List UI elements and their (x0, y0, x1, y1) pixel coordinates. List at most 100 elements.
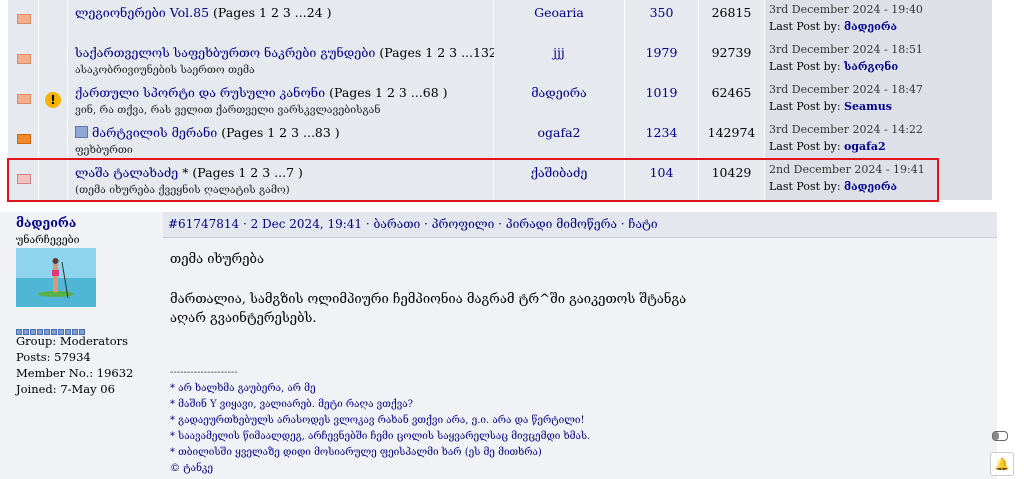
topic-row[interactable]: ! ქართული სპორტი და რუსული კანონი (Pages … (8, 80, 992, 120)
last-post-label: Last Post by: (769, 60, 841, 73)
topic-views: 92739 (711, 45, 752, 60)
last-post-date: 3rd December 2024 - 14:22 (769, 123, 923, 136)
topic-cell: მარტვილის მერანი (Pages 1 2 3 ...83 ) ფეხ… (68, 120, 493, 160)
last-post-author[interactable]: მადეირა (844, 20, 897, 33)
highlight-box (7, 158, 939, 202)
post-body: #61747814 · 2 Dec 2024, 19:41 · ბარათი ·… (163, 212, 997, 479)
topic-icon-cell (39, 40, 67, 80)
topic-author[interactable]: Geoaria (494, 5, 624, 20)
topic-title[interactable]: საქართველოს საფეხბურთო ნაკრები გუნდები (75, 45, 375, 60)
topic-status-cell (8, 40, 38, 80)
topic-views-cell: 92739 (699, 40, 764, 80)
envelope-orange-icon (17, 134, 31, 144)
member-number: Member No.: 19632 (16, 366, 134, 380)
topic-replies-cell: 1234 (625, 120, 698, 160)
post-author-panel: მადეირა უნარჩევები Group: Moderators Pos… (0, 212, 163, 479)
last-post-cell: 3rd December 2024 - 18:47 Last Post by: S… (765, 80, 992, 120)
last-post-cell: 3rd December 2024 - 14:22 Last Post by: o… (765, 120, 992, 160)
right-toolbar (997, 0, 1024, 479)
post-text-line-3: აღარ გვაინტერესებს. (170, 311, 317, 326)
topic-views: 142974 (707, 125, 756, 140)
topic-replies-cell: 1979 (625, 40, 698, 80)
signature-line: * არ ხალხმა გაუბერა, არ მე (170, 383, 316, 394)
topic-row[interactable]: ლეგიონერები Vol.85 (Pages 1 2 3 ...24 ) G… (8, 0, 992, 40)
toggle-icon[interactable] (992, 431, 1008, 441)
topic-pages[interactable]: (Pages 1 2 3 ...132 ) (379, 45, 505, 60)
envelope-icon (17, 54, 31, 64)
topic-pages[interactable]: (Pages 1 2 3 ...68 ) (329, 85, 447, 100)
last-post-date: 3rd December 2024 - 18:51 (769, 43, 923, 56)
envelope-icon (17, 14, 31, 24)
topic-cell: ლეგიონერები Vol.85 (Pages 1 2 3 ...24 ) (68, 0, 493, 40)
member-group: Group: Moderators (16, 334, 129, 348)
post-text-line-2: მართალია, სამგზის ოლიმპიური ჩემპიონია მა… (170, 292, 687, 307)
post-text-line-1: თემა იხურება (170, 252, 265, 267)
topic-views: 26815 (711, 5, 752, 20)
post-header-links[interactable]: #61747814 · 2 Dec 2024, 19:41 · ბარათი ·… (168, 217, 658, 231)
rank-pips (16, 324, 86, 335)
topic-author-cell: მადეირა (494, 80, 624, 120)
topic-status-cell (8, 80, 38, 120)
topic-replies[interactable]: 1019 (625, 85, 698, 100)
topic-cell: საქართველოს საფეხბურთო ნაკრები გუნდები (… (68, 40, 506, 80)
topic-title[interactable]: ქართული სპორტი და რუსული კანონი (75, 85, 325, 100)
topic-pages[interactable]: (Pages 1 2 3 ...24 ) (213, 5, 331, 20)
topic-description: ვინ, რა თქვა, რას ველით ქართველი ვარსკვლ… (75, 104, 381, 116)
topic-author-cell: jjj (494, 40, 624, 80)
last-post-label: Last Post by: (769, 140, 841, 153)
signature-line: * საავამელის წიმაალდეგ, არჩევნებში ჩემი … (170, 431, 591, 442)
topic-author[interactable]: jjj (494, 45, 624, 60)
topic-author[interactable]: მადეირა (494, 85, 624, 100)
signature-line: * მაშინ Y ვიყავი, ვალიარებ. მეტი რაღა ვთ… (170, 399, 414, 410)
topic-status-cell (8, 120, 38, 160)
topic-views-cell: 142974 (699, 120, 764, 160)
topic-replies[interactable]: 1234 (625, 125, 698, 140)
topic-description: ასაკობრივიუნების საერთო თემა (75, 64, 255, 76)
last-post-author[interactable]: ogafa2 (844, 140, 886, 153)
envelope-icon (17, 94, 31, 104)
member-joined: Joined: 7-May 06 (16, 382, 115, 396)
last-post-cell: 3rd December 2024 - 18:51 Last Post by: ს… (765, 40, 992, 80)
avatar (16, 248, 96, 307)
last-post-author[interactable]: სარგონი (844, 60, 898, 73)
last-post-label: Last Post by: (769, 100, 841, 113)
warning-icon: ! (45, 92, 61, 108)
topic-author[interactable]: ogafa2 (494, 125, 624, 140)
post-header: #61747814 · 2 Dec 2024, 19:41 · ბარათი ·… (163, 212, 997, 238)
topic-status-cell (8, 0, 38, 40)
post-author-name[interactable]: მადეირა (16, 215, 76, 230)
topic-views: 62465 (711, 85, 752, 100)
signature-line: * გადაეურთხებულს არასოდეს ვლოკავ რახან ვ… (170, 415, 585, 426)
signature-line: © ტანკე (170, 463, 213, 474)
topic-list: ლეგიონერები Vol.85 (Pages 1 2 3 ...24 ) G… (0, 0, 1024, 212)
topic-row[interactable]: საქართველოს საფეხბურთო ნაკრები გუნდები (… (8, 40, 992, 80)
topic-author-cell: ogafa2 (494, 120, 624, 160)
topic-author-cell: Geoaria (494, 0, 624, 40)
topic-views-cell: 26815 (699, 0, 764, 40)
topic-pages[interactable]: (Pages 1 2 3 ...83 ) (221, 125, 339, 140)
topic-replies[interactable]: 350 (625, 5, 698, 20)
last-post-cell: 3rd December 2024 - 19:40 Last Post by: მ… (765, 0, 992, 40)
topic-title[interactable]: ლეგიონერები Vol.85 (75, 5, 209, 20)
topic-description: ფეხბურთი (75, 144, 133, 156)
last-post-date: 3rd December 2024 - 19:40 (769, 3, 923, 16)
last-post-label: Last Post by: (769, 20, 841, 33)
topic-icon-cell (39, 0, 67, 40)
bell-icon[interactable]: 🔔 (990, 452, 1014, 476)
last-post-date: 3rd December 2024 - 18:47 (769, 83, 923, 96)
topic-icon-cell: ! (39, 80, 67, 120)
signature-separator: -------------------- (170, 367, 238, 378)
member-posts: Posts: 57934 (16, 350, 91, 364)
topic-cell: ქართული სპორტი და რუსული კანონი (Pages 1… (68, 80, 493, 120)
post: მადეირა უნარჩევები Group: Moderators Pos… (0, 212, 1024, 479)
member-title: უნარჩევები (16, 234, 80, 246)
signature-line: * თბილისში ყველაზე დიდი მოსიარულე ფეისპა… (170, 447, 542, 458)
topic-replies-cell: 1019 (625, 80, 698, 120)
poll-icon (75, 126, 88, 138)
topic-title[interactable]: მარტვილის მერანი (92, 125, 217, 140)
topic-icon-cell (39, 120, 67, 160)
topic-row[interactable]: მარტვილის მერანი (Pages 1 2 3 ...83 ) ფეხ… (8, 120, 992, 160)
topic-views-cell: 62465 (699, 80, 764, 120)
last-post-author[interactable]: Seamus (844, 100, 892, 113)
topic-replies[interactable]: 1979 (625, 45, 698, 60)
